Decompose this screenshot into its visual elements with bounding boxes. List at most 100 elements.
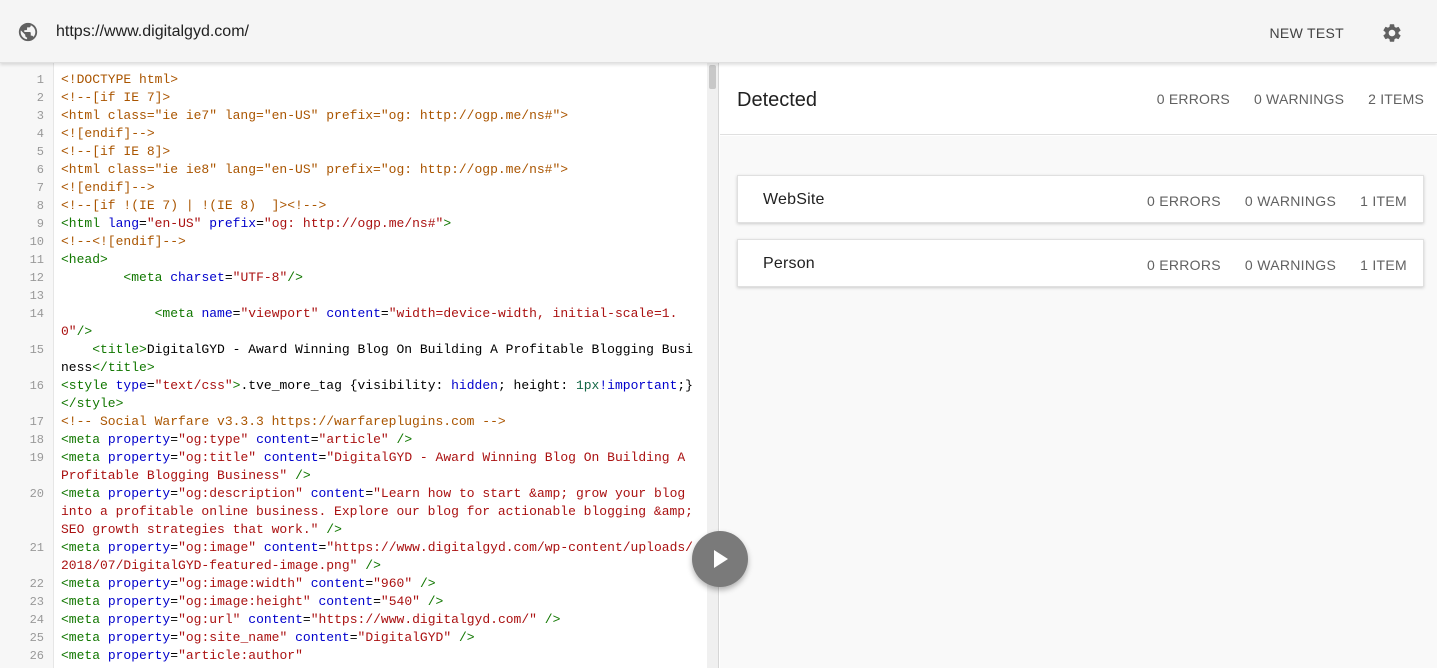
result-card-stats: 0 ERRORS 0 WARNINGS 1 ITEM (1147, 256, 1407, 274)
code-line[interactable]: 4 <![endif]--> (0, 125, 708, 143)
line-number: 19 (29, 451, 44, 465)
code-line[interactable]: 9 <html lang="en-US" prefix="og: http://o… (0, 215, 708, 233)
result-card-person[interactable]: Person 0 ERRORS 0 WARNINGS 1 ITEM (737, 239, 1424, 287)
line-text[interactable]: <style type="text/css">.tve_more_tag {vi… (54, 377, 708, 413)
line-text[interactable]: <![endif]--> (54, 125, 708, 143)
line-text[interactable]: <!--[if IE 8]> (54, 143, 708, 161)
code-line[interactable]: 5 <!--[if IE 8]> (0, 143, 708, 161)
results-panel: Detected 0 ERRORS 0 WARNINGS 2 ITEMS Web… (720, 63, 1437, 668)
code-line[interactable]: 21 <meta property="og:image" content="htt… (0, 539, 708, 575)
line-number: 15 (29, 343, 44, 357)
code-line[interactable]: 15 <title>DigitalGYD - Award Winning Blo… (0, 341, 708, 377)
results-summary: 0 ERRORS 0 WARNINGS 2 ITEMS (1157, 90, 1424, 108)
result-card-name: WebSite (763, 191, 825, 208)
total-errors: 0 ERRORS (1156, 91, 1230, 107)
line-text[interactable]: <!-- Social Warfare v3.3.3 https://warfa… (54, 413, 708, 431)
line-number: 26 (29, 649, 44, 663)
card-warnings: 0 WARNINGS (1244, 257, 1337, 273)
result-card-name: Person (763, 255, 815, 272)
line-number: 7 (36, 181, 44, 195)
line-text[interactable]: <html class="ie ie8" lang="en-US" prefix… (54, 161, 708, 179)
line-number: 21 (29, 541, 44, 555)
top-bar: https://www.digitalgyd.com/ NEW TEST (0, 0, 1437, 63)
line-number: 12 (29, 271, 44, 285)
code-line[interactable]: 6 <html class="ie ie8" lang="en-US" prefi… (0, 161, 708, 179)
gear-icon[interactable] (1381, 22, 1403, 44)
code-line[interactable]: 18 <meta property="og:type" content="arti… (0, 431, 708, 449)
total-warnings: 0 WARNINGS (1253, 91, 1345, 107)
line-number: 8 (36, 199, 44, 213)
code-line[interactable]: 17 <!-- Social Warfare v3.3.3 https://war… (0, 413, 708, 431)
line-number: 5 (36, 145, 44, 159)
line-text[interactable]: <meta name="viewport" content="width=dev… (54, 305, 708, 341)
line-number: 18 (29, 433, 44, 447)
card-items: 1 ITEM (1360, 257, 1407, 273)
line-number: 6 (36, 163, 44, 177)
card-errors: 0 ERRORS (1146, 193, 1221, 209)
code-line[interactable]: 23 <meta property="og:image:height" conte… (0, 593, 708, 611)
code-line[interactable]: 2 <!--[if IE 7]> (0, 89, 708, 107)
total-items: 2 ITEMS (1368, 91, 1424, 107)
code-line[interactable]: 3 <html class="ie ie7" lang="en-US" prefi… (0, 107, 708, 125)
line-text[interactable]: <meta property="og:image" content="https… (54, 539, 708, 575)
result-card-website[interactable]: WebSite 0 ERRORS 0 WARNINGS 1 ITEM (737, 175, 1424, 223)
line-text[interactable]: <meta property="og:description" content=… (54, 485, 708, 539)
results-header: Detected 0 ERRORS 0 WARNINGS 2 ITEMS (720, 63, 1437, 135)
line-number: 25 (29, 631, 44, 645)
code-line[interactable]: 22 <meta property="og:image:width" conten… (0, 575, 708, 593)
url-input[interactable]: https://www.digitalgyd.com/ (56, 21, 249, 43)
line-text[interactable]: <![endif]--> (54, 179, 708, 197)
line-number: 16 (29, 379, 44, 393)
line-text[interactable]: <meta property="og:type" content="articl… (54, 431, 708, 449)
line-number: 2 (36, 91, 44, 105)
line-number: 9 (36, 217, 44, 231)
line-text[interactable]: <html class="ie ie7" lang="en-US" prefix… (54, 107, 708, 125)
code-line[interactable]: 10 <!--<![endif]--> (0, 233, 708, 251)
code-lines[interactable]: 1 <!DOCTYPE html> 2 <!--[if IE 7]> 3 <html cl… (0, 71, 708, 665)
line-text[interactable]: <meta property="og:title" content="Digit… (54, 449, 708, 485)
code-line[interactable]: 14 <meta name="viewport" content="width=… (0, 305, 708, 341)
code-line[interactable]: 24 <meta property="og:url" content="https… (0, 611, 708, 629)
line-text[interactable]: <!DOCTYPE html> (54, 71, 708, 89)
line-number: 10 (29, 235, 44, 249)
code-line[interactable]: 16 <style type="text/css">.tve_more_tag {… (0, 377, 708, 413)
code-line[interactable]: 26 <meta property="article:author" (0, 647, 708, 665)
line-text[interactable]: <title>DigitalGYD - Award Winning Blog O… (54, 341, 708, 377)
editor-scroll-thumb[interactable] (709, 65, 716, 89)
line-text[interactable] (54, 287, 708, 305)
code-line[interactable]: 7 <![endif]--> (0, 179, 708, 197)
code-line[interactable]: 25 <meta property="og:site_name" content=… (0, 629, 708, 647)
play-icon (714, 550, 728, 568)
code-line[interactable]: 19 <meta property="og:title" content="Dig… (0, 449, 708, 485)
line-text[interactable]: <meta property="og:image:width" content=… (54, 575, 708, 593)
line-text[interactable]: <!--[if IE 7]> (54, 89, 708, 107)
code-line[interactable]: 12 <meta charset="UTF-8"/> (0, 269, 708, 287)
code-line[interactable]: 8 <!--[if !(IE 7) | !(IE 8) ]><!--> (0, 197, 708, 215)
code-line[interactable]: 1 <!DOCTYPE html> (0, 71, 708, 89)
line-text[interactable]: <meta property="og:site_name" content="D… (54, 629, 708, 647)
card-items: 1 ITEM (1360, 193, 1407, 209)
line-number: 1 (36, 73, 44, 87)
line-number: 13 (29, 289, 44, 303)
new-test-button[interactable]: NEW TEST (1270, 24, 1344, 42)
line-text[interactable]: <!--[if !(IE 7) | !(IE 8) ]><!--> (54, 197, 708, 215)
line-number: 14 (29, 307, 44, 321)
code-line[interactable]: 11 <head> (0, 251, 708, 269)
code-editor[interactable]: 1 <!DOCTYPE html> 2 <!--[if IE 7]> 3 <html cl… (0, 63, 719, 668)
line-number: 23 (29, 595, 44, 609)
results-title: Detected (737, 89, 818, 111)
code-line[interactable]: 13 (0, 287, 708, 305)
line-number: 20 (29, 487, 44, 501)
line-text[interactable]: <!--<![endif]--> (54, 233, 708, 251)
line-text[interactable]: <head> (54, 251, 708, 269)
run-validation-button[interactable] (692, 531, 748, 587)
line-text[interactable]: <meta property="og:url" content="https:/… (54, 611, 708, 629)
line-text[interactable]: <meta property="article:author" (54, 647, 708, 665)
line-text[interactable]: <html lang="en-US" prefix="og: http://og… (54, 215, 708, 233)
line-number: 24 (29, 613, 44, 627)
line-text[interactable]: <meta property="og:image:height" content… (54, 593, 708, 611)
card-errors: 0 ERRORS (1146, 257, 1221, 273)
line-text[interactable]: <meta charset="UTF-8"/> (54, 269, 708, 287)
code-line[interactable]: 20 <meta property="og:description" conten… (0, 485, 708, 539)
line-number: 22 (29, 577, 44, 591)
